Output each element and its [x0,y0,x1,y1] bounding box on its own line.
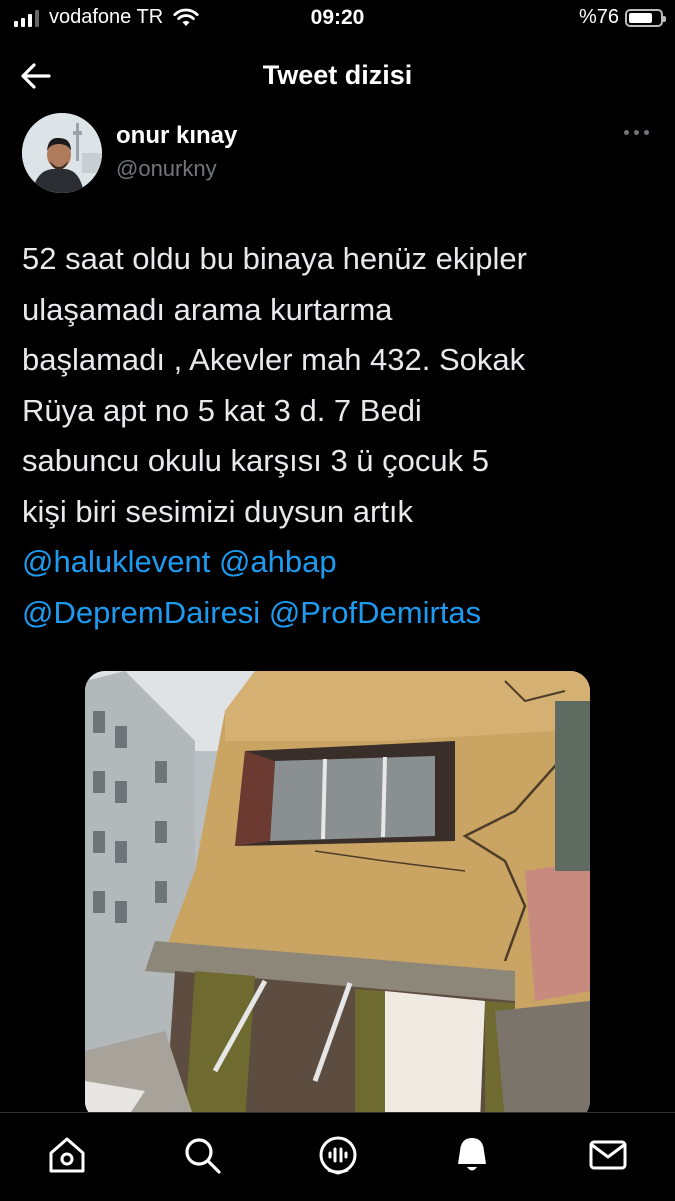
tweet-text: 52 saat oldu bu binaya henüz ekipler ula… [22,234,662,638]
notifications-icon[interactable] [450,1133,494,1177]
home-icon[interactable] [45,1133,89,1177]
mention-link[interactable]: @haluklevent [22,544,210,579]
tweet-line: ulaşamadı arama kurtarma [22,291,393,327]
mention-link[interactable]: @ProfDemirtas [269,595,481,630]
tweet-line: Rüya apt no 5 kat 3 d. 7 Bedi [22,392,422,428]
status-bar: vodafone TR 09:20 %76 [0,0,675,38]
spaces-icon[interactable] [316,1133,360,1177]
header: Tweet dizisi [0,48,675,104]
tweet-line: kişi biri sesimizi duysun artık [22,493,414,529]
tweet-line: sabuncu okulu karşısı 3 ü çocuk 5 [22,443,489,478]
page-title: Tweet dizisi [262,60,413,90]
author-name[interactable]: onur kınay [116,122,237,150]
battery-group: %76 [578,6,666,29]
clock: 09:20 [310,6,365,29]
mention-line: @DepremDairesi @ProfDemirtas [22,588,662,639]
avatar[interactable] [22,113,102,193]
author-handle[interactable]: @onurkny [116,156,217,182]
battery-percent: %76 [578,6,619,28]
tweet-photo[interactable] [85,671,590,1121]
battery-icon [625,8,666,27]
messages-icon[interactable] [586,1133,630,1177]
tweet-line: başlamadı , Akevler mah 432. Sokak [22,342,526,377]
mention-link[interactable]: @DepremDairesi [22,595,260,630]
tweet-line: 52 saat oldu bu binaya henüz ekipler [22,241,527,276]
search-icon[interactable] [180,1133,224,1177]
mention-link[interactable]: @ahbap [219,544,337,579]
more-options-icon[interactable] [624,130,649,135]
bottom-tab-bar [0,1112,675,1201]
mention-line: @haluklevent @ahbap [22,537,662,588]
